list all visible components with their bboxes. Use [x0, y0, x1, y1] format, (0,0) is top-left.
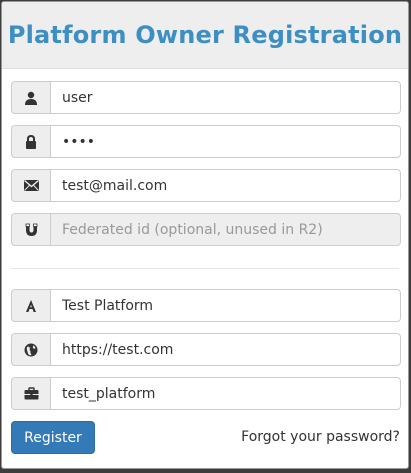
form-divider	[11, 268, 399, 269]
lock-icon	[11, 125, 50, 158]
federated-id-group	[11, 213, 401, 246]
register-button[interactable]: Register	[11, 421, 95, 454]
user-icon	[11, 81, 50, 114]
username-input[interactable]	[50, 81, 401, 114]
federated-id-input[interactable]	[50, 213, 401, 246]
email-input[interactable]	[50, 169, 401, 202]
font-icon	[11, 289, 50, 322]
platform-name-group	[11, 289, 401, 322]
registration-modal: Platform Owner Registration user test@ma…	[1, 1, 409, 469]
password-input[interactable]	[50, 125, 401, 158]
modal-title: Platform Owner Registration	[7, 21, 403, 49]
envelope-icon	[11, 169, 50, 202]
platform-url-group	[11, 333, 401, 366]
modal-header: Platform Owner Registration	[2, 2, 408, 69]
email-group	[11, 169, 401, 202]
forgot-password-link[interactable]: Forgot your password?	[241, 429, 400, 445]
platform-url-input[interactable]	[50, 333, 401, 366]
platform-name-input[interactable]	[50, 289, 401, 322]
briefcase-icon	[11, 377, 50, 410]
platform-id-input[interactable]	[50, 377, 401, 410]
username-group	[11, 81, 401, 114]
magnet-icon	[11, 213, 50, 246]
platform-id-group	[11, 377, 401, 410]
globe-icon	[11, 333, 50, 366]
password-group	[11, 125, 401, 158]
